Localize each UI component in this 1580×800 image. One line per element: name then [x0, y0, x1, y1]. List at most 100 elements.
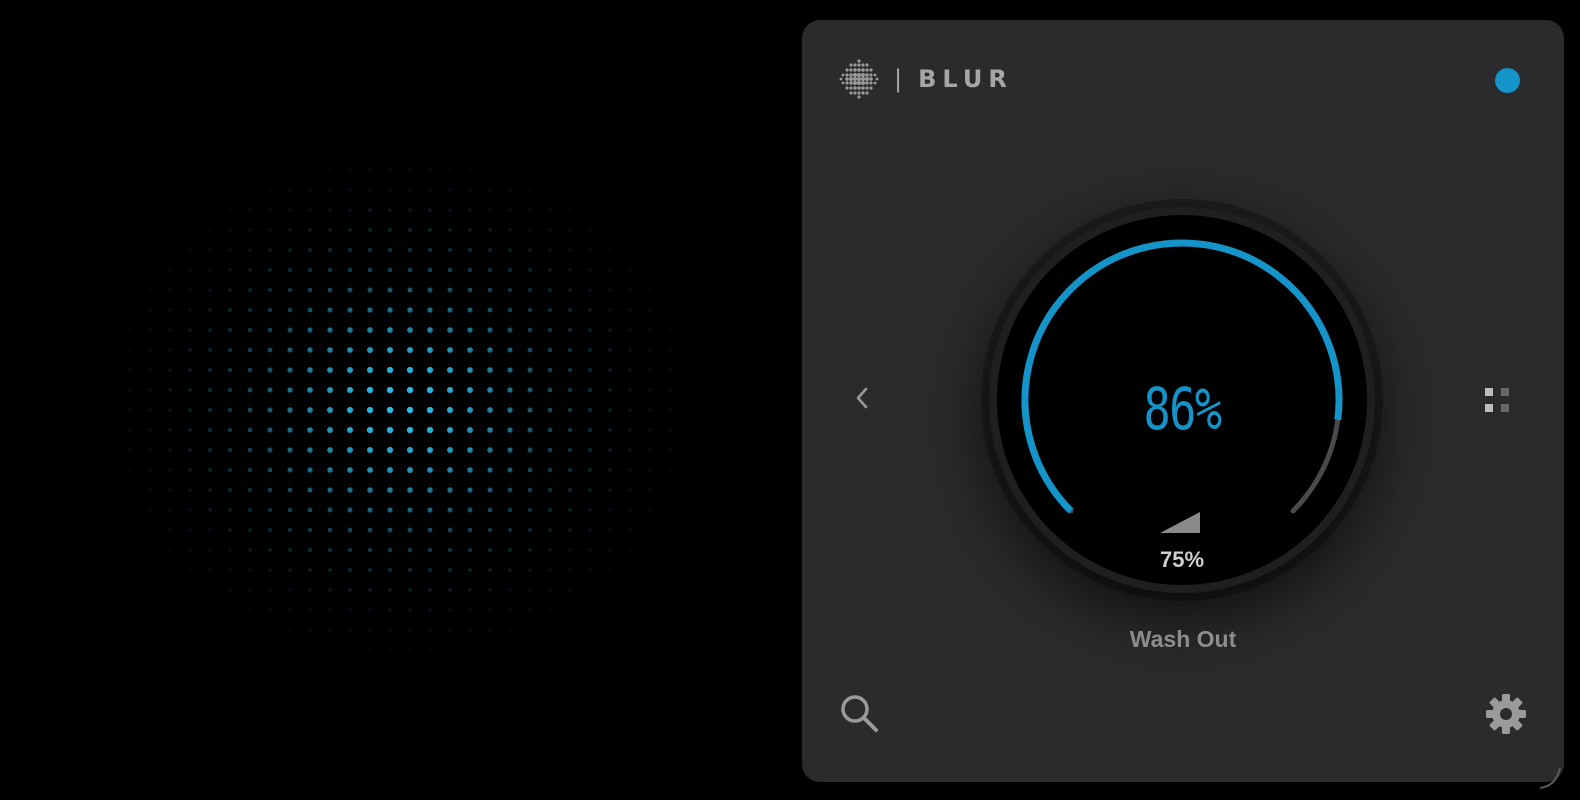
viz-dot: [588, 568, 592, 572]
previous-preset-button[interactable]: [850, 383, 874, 413]
viz-dot: [247, 407, 253, 413]
viz-dot: [648, 508, 652, 512]
viz-dot: [447, 307, 453, 313]
viz-dot: [347, 487, 353, 493]
blur-amount-knob[interactable]: 86% 75%: [989, 207, 1375, 593]
viz-dot: [168, 108, 172, 112]
status-dot-icon[interactable]: [1495, 68, 1520, 93]
viz-dot: [28, 648, 32, 652]
viz-dot: [228, 548, 232, 552]
viz-dot: [688, 688, 692, 692]
viz-dot: [408, 628, 412, 632]
viz-dot: [228, 648, 232, 652]
viz-dot: [328, 688, 332, 692]
viz-dot: [188, 128, 192, 132]
viz-dot: [248, 168, 252, 172]
viz-dot: [628, 428, 632, 432]
viz-dot: [208, 728, 212, 732]
viz-dot: [527, 427, 533, 433]
view-toggle-button[interactable]: [1484, 387, 1510, 413]
viz-dot: [708, 228, 712, 232]
mix-value-label[interactable]: 75%: [989, 547, 1375, 573]
settings-button[interactable]: [1484, 692, 1528, 736]
viz-dot: [507, 447, 513, 453]
viz-dot: [728, 108, 732, 112]
viz-dot: [346, 426, 354, 434]
viz-dot: [28, 668, 32, 672]
viz-dot: [508, 88, 512, 92]
viz-dot: [248, 728, 252, 732]
viz-dot: [287, 527, 293, 533]
viz-dot: [228, 508, 232, 512]
viz-dot: [447, 287, 453, 293]
viz-dot: [448, 88, 452, 92]
viz-dot: [728, 188, 732, 192]
preset-name[interactable]: Wash Out: [802, 626, 1564, 653]
viz-dot: [248, 148, 252, 152]
viz-dot: [447, 267, 453, 273]
viz-dot: [68, 168, 72, 172]
resize-handle-icon[interactable]: [1538, 766, 1562, 790]
viz-dot: [588, 328, 592, 332]
viz-dot: [748, 488, 752, 492]
viz-dot: [148, 208, 152, 212]
viz-dot: [48, 468, 52, 472]
viz-dot: [608, 248, 612, 252]
viz-dot: [688, 648, 692, 652]
viz-dot: [527, 327, 533, 333]
viz-dot: [288, 208, 292, 212]
viz-dot: [447, 507, 453, 513]
viz-dot: [728, 88, 732, 92]
viz-dot: [188, 748, 192, 752]
viz-dot: [487, 267, 493, 273]
viz-dot: [228, 308, 232, 312]
viz-dot: [208, 168, 212, 172]
viz-dot: [367, 567, 373, 573]
brand-name: BLUR: [918, 65, 1013, 93]
viz-dot: [267, 327, 273, 333]
chevron-left-icon: [856, 387, 868, 409]
viz-dot: [548, 628, 552, 632]
viz-dot: [108, 568, 112, 572]
viz-dot: [148, 528, 152, 532]
viz-dot: [268, 608, 272, 612]
search-button[interactable]: [838, 692, 882, 736]
viz-dot: [688, 348, 692, 352]
viz-dot: [567, 327, 573, 333]
viz-dot: [427, 247, 433, 253]
viz-dot: [28, 388, 32, 392]
viz-dot: [428, 208, 432, 212]
viz-dot: [307, 307, 313, 313]
viz-dot: [367, 287, 373, 293]
viz-dot: [228, 48, 232, 52]
viz-dot: [367, 307, 373, 313]
viz-dot: [528, 68, 532, 72]
viz-dot: [406, 366, 414, 374]
viz-dot: [307, 507, 313, 513]
viz-dot: [327, 467, 333, 473]
viz-dot: [347, 347, 353, 353]
viz-dot: [248, 28, 252, 32]
viz-dot: [328, 728, 332, 732]
viz-dot: [88, 28, 92, 32]
viz-dot: [368, 88, 372, 92]
viz-dot: [128, 708, 132, 712]
viz-dot: [268, 268, 272, 272]
viz-dot: [288, 248, 292, 252]
viz-dot: [448, 668, 452, 672]
viz-dot: [148, 68, 152, 72]
viz-dot: [448, 748, 452, 752]
viz-dot: [568, 748, 572, 752]
viz-dot: [406, 386, 414, 394]
viz-dot: [367, 527, 373, 533]
viz-dot: [68, 448, 72, 452]
viz-dot: [368, 608, 372, 612]
viz-dot: [188, 488, 192, 492]
viz-dot: [548, 88, 552, 92]
viz-dot: [28, 188, 32, 192]
viz-dot: [328, 608, 332, 612]
viz-dot: [728, 48, 732, 52]
viz-dot: [188, 468, 192, 472]
viz-dot: [688, 408, 692, 412]
viz-dot: [227, 327, 233, 333]
